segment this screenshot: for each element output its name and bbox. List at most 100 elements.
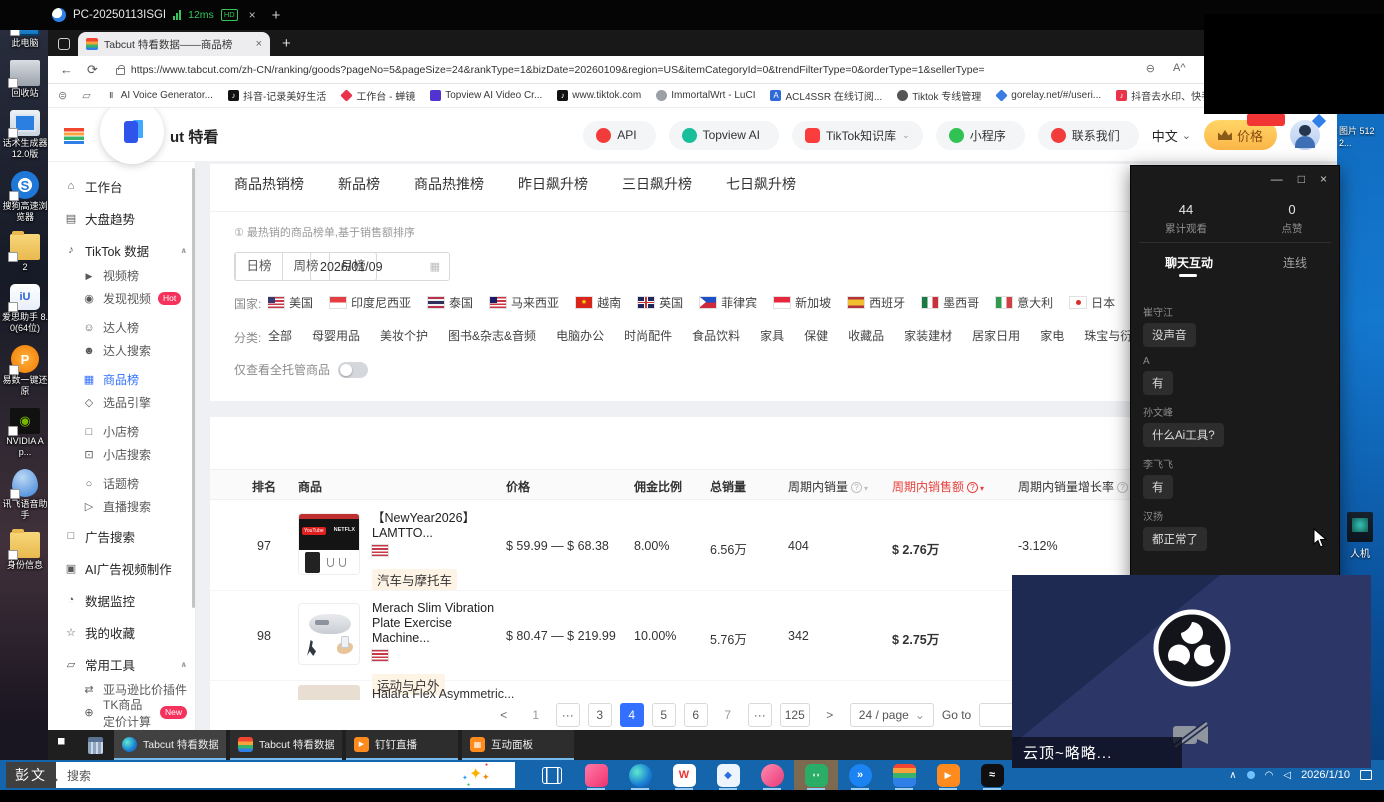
remote-session-tab[interactable]: PC-20250113ISGI 12ms HD × [52, 8, 256, 22]
nav-button[interactable]: API [583, 121, 655, 150]
desktop-icon[interactable]: 搜狗高速浏览器 [2, 171, 48, 223]
header-period-sales[interactable]: 周期内销量?▾ [788, 478, 868, 495]
sidebar-item[interactable]: 小店榜 [48, 420, 195, 443]
sidebar-item[interactable]: 达人搜索 [48, 339, 195, 362]
sidebar-item[interactable]: 话题榜 [48, 472, 195, 495]
taskbar-app-button[interactable]: 钉钉直播 [346, 730, 458, 760]
taskbar-app-button[interactable] [794, 760, 838, 790]
taskbar-app-button[interactable] [662, 760, 706, 790]
bookmark-item[interactable]: gorelay.net/#/useri... [996, 88, 1101, 103]
country-option[interactable]: 泰国 [428, 292, 473, 313]
desktop-icon[interactable]: NVIDIA Ap... [2, 408, 48, 458]
category-option[interactable]: 母婴用品 [312, 327, 360, 344]
sidebar-item[interactable]: 数据监控 [48, 586, 195, 614]
sidebar-item[interactable]: 常用工具 ∧ [48, 650, 195, 678]
taskbar-app-button[interactable] [530, 760, 574, 790]
taskbar-app-button[interactable] [574, 760, 618, 790]
taskbar-app-button[interactable]: Tabcut 特看数据... [114, 730, 226, 760]
category-option[interactable]: 美妆个护 [380, 327, 428, 344]
page-number[interactable]: 3 [588, 703, 612, 727]
nav-button[interactable]: 小程序 [936, 121, 1025, 150]
category-option[interactable]: 食品饮料 [692, 327, 740, 344]
country-option[interactable]: 美国 [268, 292, 313, 313]
taskbar-app-button[interactable] [882, 760, 926, 790]
ranking-tab[interactable]: 七日飙升榜 [726, 174, 796, 208]
browser-tab[interactable]: Tabcut 特看数据——商品榜 × [78, 32, 270, 56]
taskbar-app-button[interactable] [618, 760, 662, 790]
country-option[interactable]: 新加坡 [774, 292, 831, 313]
page-number[interactable]: 6 [684, 703, 708, 727]
country-option[interactable]: 菲律宾 [700, 292, 757, 313]
close-remote-tab-button[interactable]: × [249, 8, 256, 22]
close-tab-button[interactable]: × [256, 38, 262, 50]
page-size-select[interactable]: 24 / page [850, 703, 934, 727]
maximize-button[interactable]: □ [1298, 172, 1305, 186]
network-icon[interactable]: ◠ [1265, 770, 1274, 781]
calculator-icon[interactable] [82, 730, 108, 760]
language-switcher[interactable]: 中文 [1152, 126, 1191, 145]
date-picker[interactable]: 2026/01/09 ▦ [310, 252, 450, 281]
sidebar-item[interactable]: 小店搜索 [48, 443, 195, 466]
desktop-icon[interactable]: 身份信息 [2, 532, 48, 571]
new-remote-tab-button[interactable]: + [272, 7, 281, 24]
sidebar-item[interactable]: 我的收藏 [48, 618, 195, 646]
sidebar-item[interactable]: 视频榜 [48, 264, 195, 287]
user-avatar[interactable] [1290, 120, 1320, 150]
category-option[interactable]: 电脑办公 [556, 327, 604, 344]
page-number[interactable]: ··· [748, 703, 772, 727]
volume-icon[interactable]: ◁ [1283, 770, 1291, 781]
minimize-button[interactable]: — [1271, 172, 1283, 186]
page-number[interactable]: 1 [524, 703, 548, 727]
taskbar-app-button[interactable]: 互动面板 [462, 730, 574, 760]
taskbar-app-button[interactable]: Tabcut 特看数据... [230, 730, 342, 760]
sidebar-item[interactable]: 发现视频 Hot [48, 287, 195, 310]
sidebar-item[interactable]: 广告搜索 [48, 522, 195, 550]
desktop-icon[interactable]: 回收站 [2, 60, 48, 99]
hidden-icons-chevron[interactable]: ∧ [1229, 770, 1236, 781]
sidebar-item[interactable]: AI广告视频制作 [48, 554, 195, 582]
page-number[interactable]: 125 [780, 703, 810, 727]
managed-goods-toggle[interactable] [338, 362, 368, 378]
page-number[interactable]: 4 [620, 703, 644, 727]
page-number[interactable]: 5 [652, 703, 676, 727]
country-option[interactable]: 墨西哥 [922, 292, 979, 313]
sidebar-item[interactable]: 商品榜 [48, 368, 195, 391]
desktop-icon[interactable]: 2 [2, 234, 48, 273]
desktop-icon[interactable]: 易数一键还原 [2, 345, 48, 397]
sidebar-item[interactable]: 大盘趋势 [48, 204, 195, 232]
bookmark-item[interactable]: 抖音-记录美好生活 [228, 88, 326, 103]
bookmark-item[interactable]: ACL4SSR 在线订阅... [770, 88, 882, 103]
bookmarks-folder-icon[interactable]: ▱ [82, 89, 90, 102]
new-tab-button[interactable]: + [282, 35, 291, 52]
close-button[interactable]: × [1320, 172, 1327, 186]
refresh-button[interactable]: ⟳ [87, 62, 98, 78]
nav-button[interactable]: 联系我们 [1038, 121, 1139, 150]
country-option[interactable]: 日本 [1070, 292, 1115, 313]
product-image[interactable]: YouTube NETFLX [298, 513, 360, 575]
sidebar-item[interactable]: TikTok 数据 ∧ [48, 236, 195, 264]
sidebar-toggle-icon[interactable]: ⊜ [58, 89, 67, 102]
notification-center-icon[interactable] [1360, 770, 1372, 780]
ranking-tab[interactable]: 商品热推榜 [414, 174, 484, 208]
desktop-icon-renji[interactable]: 人机 [1340, 512, 1380, 560]
start-button[interactable] [48, 730, 82, 760]
sidebar-scrollbar[interactable] [192, 168, 195, 608]
desktop-icon[interactable]: 讯飞语音助手 [2, 469, 48, 521]
taskbar-app-button[interactable] [838, 760, 882, 790]
tab-chat-interaction[interactable]: 聊天互动 [1165, 254, 1213, 271]
category-option[interactable]: 家具 [760, 327, 784, 344]
category-option[interactable]: 家装建材 [904, 327, 952, 344]
product-title[interactable]: Merach Slim Vibration Plate Exercise Mac… [372, 601, 504, 646]
bookmark-item[interactable]: 抖音去水印、快手... [1116, 88, 1208, 103]
taskbar-app-button[interactable] [706, 760, 750, 790]
bookmark-item[interactable]: 工作台 - 蝉镜 [341, 88, 415, 103]
nav-button[interactable]: TikTok知识库 ⌄ [792, 121, 923, 150]
taskbar-date[interactable]: 2026/1/10 [1301, 769, 1350, 781]
copilot-sparkle-icon[interactable]: ✦✦✦●● [469, 764, 482, 784]
category-option[interactable]: 保健 [804, 327, 828, 344]
bookmark-item[interactable]: Tiktok 专线管理 [897, 88, 981, 103]
country-option[interactable]: 印度尼西亚 [330, 292, 411, 313]
category-option[interactable]: 居家日用 [972, 327, 1020, 344]
category-option[interactable]: 收藏品 [848, 327, 884, 344]
prev-page-button[interactable]: < [492, 703, 516, 727]
